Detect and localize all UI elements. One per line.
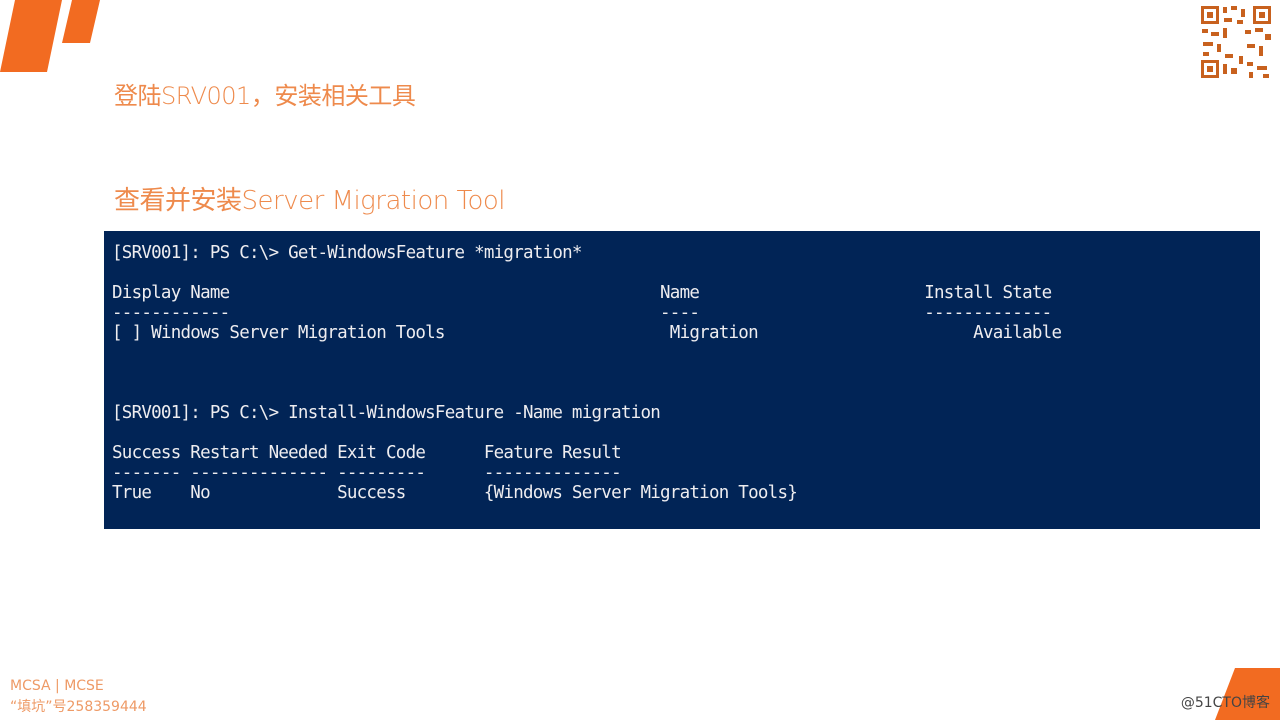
command-install-windowsfeature: [SRV001]: PS C:\> Install-WindowsFeature… bbox=[112, 403, 661, 423]
footer-group: “填坑”号258359444 bbox=[10, 699, 147, 715]
slide-heading-install: 查看并安装Server Migration Tool bbox=[114, 186, 505, 216]
qr-code-icon bbox=[1199, 4, 1273, 80]
footer-cert: MCSA | MCSE bbox=[10, 678, 104, 694]
table-row: [ ] Windows Server Migration Tools Migra… bbox=[112, 323, 1062, 343]
table-header: Display Name Name Install State bbox=[112, 283, 1052, 303]
powershell-console: [SRV001]: PS C:\> Get-WindowsFeature *mi… bbox=[104, 231, 1260, 529]
result-separator: ------- -------------- --------- -------… bbox=[112, 463, 622, 483]
result-header: Success Restart Needed Exit Code Feature… bbox=[112, 443, 622, 463]
result-row: True No Success {Windows Server Migratio… bbox=[112, 483, 798, 503]
command-get-windowsfeature: [SRV001]: PS C:\> Get-WindowsFeature *mi… bbox=[112, 243, 582, 263]
table-separator: ------------ ---- ------------- bbox=[112, 303, 1052, 323]
slide-heading-login: 登陆SRV001，安装相关工具 bbox=[114, 82, 416, 110]
watermark: @51CTO博客 bbox=[1180, 695, 1270, 711]
